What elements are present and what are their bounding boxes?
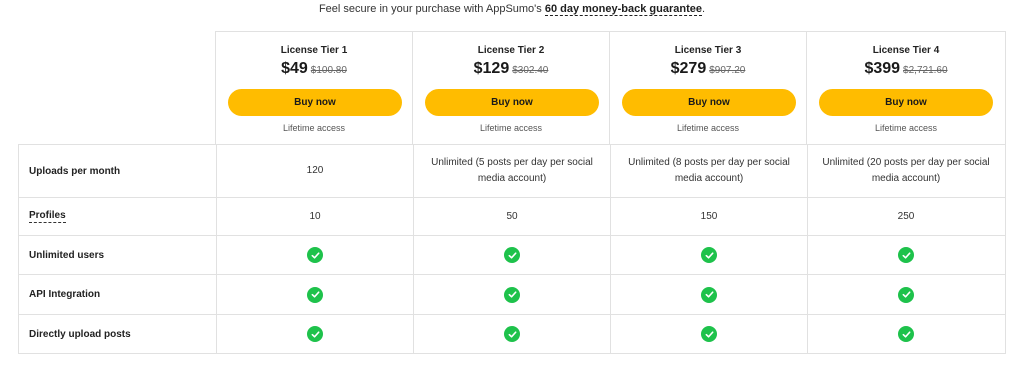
tier-2-column: License Tier 2 $129 $302.40 Buy now Lifet… (412, 31, 609, 144)
feature-row-direct-upload: Directly upload posts (19, 315, 1005, 353)
current-price: $129 (473, 60, 510, 77)
tier-name: License Tier 3 (674, 45, 742, 56)
guarantee-suffix: . (701, 3, 706, 15)
original-price: $2,721.60 (903, 65, 948, 76)
original-price: $100.80 (310, 65, 347, 76)
feature-value (216, 275, 413, 314)
feature-value: 150 (610, 198, 807, 235)
tier-name: License Tier 2 (477, 45, 545, 56)
pricing-table: License Tier 1 $49 $100.80 Buy now Lifeti… (18, 31, 1006, 354)
check-icon (898, 286, 914, 303)
feature-row-uploads: Uploads per month 120 Unlimited (5 posts… (19, 145, 1005, 198)
current-price: $279 (670, 60, 707, 77)
feature-value (216, 236, 413, 274)
tier-price: $279 $907.20 (610, 60, 806, 78)
check-icon (701, 247, 717, 263)
feature-value: Unlimited (8 posts per day per social me… (610, 145, 807, 197)
feature-label: API Integration (29, 289, 101, 300)
feature-row-profiles: Profiles 10 50 150 250 (19, 198, 1005, 236)
buy-now-button[interactable]: Buy now (228, 89, 402, 116)
feature-label: Directly upload posts (29, 328, 131, 340)
feature-value (610, 275, 807, 314)
feature-value (807, 236, 1004, 274)
feature-value (413, 315, 610, 353)
feature-value (807, 275, 1004, 314)
feature-row-api-integration: API Integration (19, 275, 1005, 315)
feature-value (216, 315, 413, 353)
check-icon (701, 326, 717, 342)
access-label: Lifetime access (479, 123, 543, 133)
guarantee-link[interactable]: 60 day money-back guarantee (544, 3, 702, 16)
check-icon (504, 326, 520, 342)
feature-value: Unlimited (5 posts per day per social me… (413, 145, 610, 197)
guarantee-text: Feel secure in your purchase with AppSum… (318, 3, 545, 15)
check-icon (504, 286, 520, 303)
tier-3-column: License Tier 3 $279 $907.20 Buy now Lifet… (609, 31, 806, 144)
tier-price: $129 $302.40 (413, 60, 609, 78)
original-price: $907.20 (709, 65, 746, 76)
feature-label[interactable]: Profiles (29, 210, 66, 223)
check-icon (701, 286, 717, 303)
current-price: $49 (281, 60, 308, 77)
guarantee-banner: Feel secure in your purchase with AppSum… (0, 2, 1024, 16)
tier-name: License Tier 1 (280, 45, 348, 56)
tier-4-column: License Tier 4 $399 $2,721.60 Buy now Lif… (806, 31, 1006, 144)
feature-value (610, 236, 807, 274)
access-label: Lifetime access (874, 123, 938, 133)
feature-label: Unlimited users (29, 249, 105, 261)
feature-value: 50 (413, 198, 610, 235)
access-label: Lifetime access (676, 123, 740, 133)
tier-1-column: License Tier 1 $49 $100.80 Buy now Lifeti… (215, 31, 412, 144)
original-price: $302.40 (512, 65, 549, 76)
feature-value (413, 236, 610, 274)
check-icon (307, 247, 323, 263)
feature-value (413, 275, 610, 314)
check-icon (504, 247, 520, 263)
feature-value: 250 (807, 198, 1004, 235)
access-label: Lifetime access (282, 123, 346, 133)
feature-value (807, 315, 1004, 353)
check-icon (898, 247, 914, 263)
feature-label-wrap: Profiles (19, 198, 216, 235)
buy-now-button[interactable]: Buy now (425, 89, 599, 116)
feature-value (610, 315, 807, 353)
check-icon (307, 286, 323, 303)
feature-rows: Uploads per month 120 Unlimited (5 posts… (18, 144, 1006, 354)
check-icon (898, 326, 914, 342)
tier-name: License Tier 4 (872, 45, 940, 56)
tier-price: $49 $100.80 (216, 60, 412, 78)
feature-value: 120 (216, 145, 413, 197)
current-price: $399 (864, 60, 901, 77)
tier-header-row: License Tier 1 $49 $100.80 Buy now Lifeti… (18, 31, 1006, 144)
buy-now-button[interactable]: Buy now (819, 89, 993, 116)
feature-value: 10 (216, 198, 413, 235)
feature-label: Uploads per month (29, 165, 121, 177)
buy-now-button[interactable]: Buy now (622, 89, 796, 116)
check-icon (307, 326, 323, 342)
feature-value: Unlimited (20 posts per day per social m… (807, 145, 1004, 197)
tier-price: $399 $2,721.60 (807, 60, 1005, 78)
feature-row-unlimited-users: Unlimited users (19, 236, 1005, 275)
